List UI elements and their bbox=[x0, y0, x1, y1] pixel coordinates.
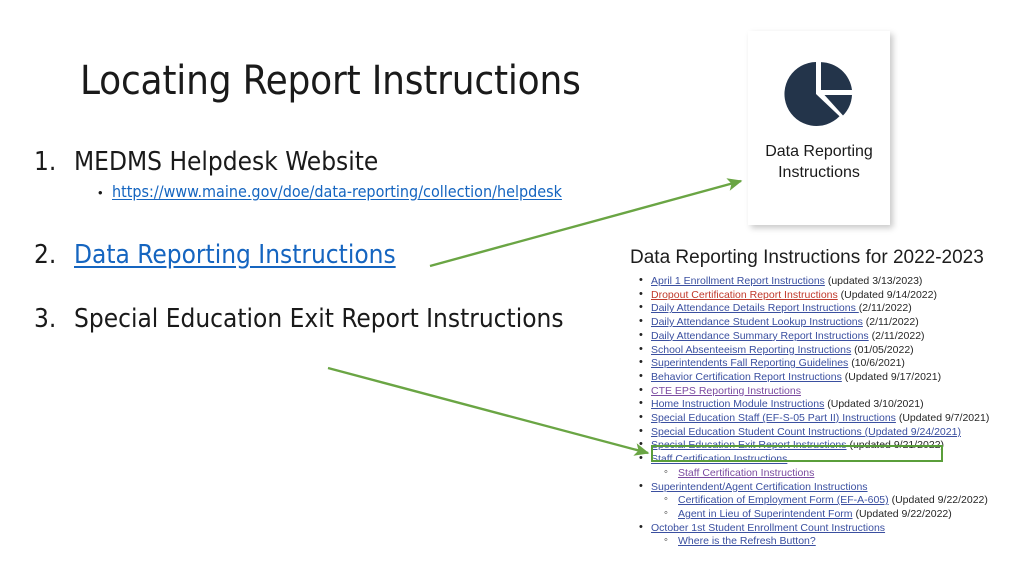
outline-spacer bbox=[34, 208, 654, 238]
updated-date: (2/11/2022) bbox=[858, 302, 912, 315]
data-reporting-instructions-card[interactable]: Data Reporting Instructions bbox=[748, 31, 890, 225]
list-item: April 1 Enrollment Report Instructions (… bbox=[630, 274, 1024, 289]
instruction-link[interactable]: Certification of Employment Form (EF-A-6… bbox=[678, 494, 889, 506]
web-page-heading: Data Reporting Instructions for 2022-202… bbox=[630, 247, 984, 268]
list-item: Special Education Exit Report Instructio… bbox=[630, 438, 1024, 453]
instruction-link[interactable]: Behavior Certification Report Instructio… bbox=[651, 371, 842, 383]
outline-label: MEDMS Helpdesk Website bbox=[74, 147, 379, 177]
instruction-link[interactable]: Agent in Lieu of Superintendent Form bbox=[678, 508, 853, 520]
card-caption-line-2: Instructions bbox=[778, 164, 860, 181]
list-item: Home Instruction Module Instructions (Up… bbox=[630, 397, 1024, 412]
outline-number: 3. bbox=[34, 304, 57, 334]
updated-date: (Updated 9/22/2022) bbox=[888, 494, 988, 507]
list-item: Certification of Employment Form (EF-A-6… bbox=[630, 493, 1024, 508]
outline-item-1: 1. MEDMS Helpdesk Website • https://www.mai… bbox=[34, 145, 654, 204]
instruction-link[interactable]: Superintendent/Agent Certification Instr… bbox=[651, 481, 868, 493]
updated-date: (10/6/2021) bbox=[848, 357, 905, 370]
updated-date: (Updated 9/17/2021) bbox=[841, 370, 942, 383]
instruction-link[interactable]: Special Education Staff (EF-S-05 Part II… bbox=[651, 412, 896, 424]
instruction-link[interactable]: Superintendents Fall Reporting Guideline… bbox=[651, 357, 848, 369]
arrow-to-highlighted-link bbox=[327, 366, 650, 456]
list-item: School Absenteeism Reporting Instruction… bbox=[630, 343, 1024, 358]
instruction-link[interactable]: Where is the Refresh Button? bbox=[678, 535, 816, 547]
outline-row: 3. Special Education Exit Report Instruct… bbox=[34, 302, 654, 336]
list-item: Daily Attendance Details Report Instruct… bbox=[630, 301, 1024, 316]
updated-date: (Updated 9/22/2022) bbox=[852, 507, 952, 520]
instruction-link[interactable]: Staff Certification Instructions bbox=[651, 453, 787, 465]
list-item: CTE EPS Reporting Instructions bbox=[630, 384, 1024, 399]
bullet-icon: • bbox=[98, 185, 103, 200]
card-caption-line-1: Data Reporting bbox=[765, 143, 873, 160]
outline-number: 2. bbox=[34, 240, 57, 270]
instruction-link[interactable]: Dropout Certification Report Instruction… bbox=[651, 289, 838, 301]
pie-chart-icon bbox=[784, 62, 852, 126]
outline-spacer bbox=[34, 276, 654, 302]
instruction-link[interactable]: April 1 Enrollment Report Instructions bbox=[651, 275, 825, 287]
page-title: Locating Report Instructions bbox=[80, 58, 581, 104]
outline-number: 1. bbox=[34, 147, 57, 177]
updated-date: (Updated 9/7/2021) bbox=[895, 412, 990, 425]
updated-date: (updated 9/21/2022) bbox=[846, 439, 945, 452]
outline-link[interactable]: Data Reporting Instructions bbox=[74, 238, 396, 272]
list-item: Behavior Certification Report Instructio… bbox=[630, 370, 1024, 385]
list-item: Where is the Refresh Button? bbox=[630, 534, 1024, 549]
instruction-link[interactable]: Special Education Student Count Instruct… bbox=[651, 426, 961, 438]
instruction-link[interactable]: Special Education Exit Report Instructio… bbox=[651, 439, 847, 451]
outline-item-2: 2. Data Reporting Instructions bbox=[34, 238, 654, 272]
list-item: Staff Certification Instructions bbox=[630, 452, 1024, 467]
list-item: Staff Certification Instructions bbox=[630, 466, 1024, 481]
list-item: October 1st Student Enrollment Count Ins… bbox=[630, 521, 1024, 536]
instruction-link[interactable]: CTE EPS Reporting Instructions bbox=[651, 385, 801, 397]
instruction-link[interactable]: Staff Certification Instructions bbox=[678, 467, 814, 479]
updated-date: (01/05/2022) bbox=[851, 343, 914, 356]
list-item: Superintendents Fall Reporting Guideline… bbox=[630, 356, 1024, 371]
list-item: Daily Attendance Student Lookup Instruct… bbox=[630, 315, 1024, 330]
list-item: Special Education Student Count Instruct… bbox=[630, 425, 1024, 440]
helpdesk-url-link[interactable]: https://www.maine.gov/doe/data-reporting… bbox=[112, 181, 562, 203]
list-item: Dropout Certification Report Instruction… bbox=[630, 288, 1024, 303]
outline-row: 1. MEDMS Helpdesk Website bbox=[34, 145, 654, 179]
card-caption: Data Reporting Instructions bbox=[765, 141, 873, 183]
updated-date: (updated 3/13/2023) bbox=[824, 275, 923, 287]
instruction-link[interactable]: Daily Attendance Summary Report Instruct… bbox=[651, 330, 869, 342]
list-item: Agent in Lieu of Superintendent Form (Up… bbox=[630, 507, 1024, 522]
instruction-link[interactable]: Home Instruction Module Instructions bbox=[651, 398, 824, 410]
outline-label: Special Education Exit Report Instructio… bbox=[74, 304, 564, 334]
updated-date: (Updated 3/10/2021) bbox=[824, 398, 924, 411]
list-item: Special Education Staff (EF-S-05 Part II… bbox=[630, 411, 1024, 426]
outline-list: 1. MEDMS Helpdesk Website • https://www.mai… bbox=[34, 145, 654, 340]
outline-row: 2. Data Reporting Instructions bbox=[34, 238, 654, 272]
web-page-screenshot: Data Reporting Instructions for 2022-202… bbox=[630, 246, 1024, 566]
outline-item-3: 3. Special Education Exit Report Instruct… bbox=[34, 302, 654, 336]
instruction-link[interactable]: Daily Attendance Student Lookup Instruct… bbox=[651, 316, 863, 328]
instruction-link[interactable]: October 1st Student Enrollment Count Ins… bbox=[651, 522, 885, 534]
list-item: Daily Attendance Summary Report Instruct… bbox=[630, 329, 1024, 344]
list-item: Superintendent/Agent Certification Instr… bbox=[630, 480, 1024, 495]
instruction-link[interactable]: School Absenteeism Reporting Instruction… bbox=[651, 344, 851, 356]
instruction-link[interactable]: Daily Attendance Details Report Instruct… bbox=[651, 302, 859, 314]
updated-date: (2/11/2022) bbox=[862, 316, 919, 329]
updated-date: (Updated 9/14/2022) bbox=[837, 288, 937, 301]
outline-sub-row: • https://www.maine.gov/doe/data-reportin… bbox=[34, 181, 654, 204]
updated-date: (2/11/2022) bbox=[868, 329, 925, 342]
instructions-link-list: April 1 Enrollment Report Instructions (… bbox=[630, 274, 1024, 549]
